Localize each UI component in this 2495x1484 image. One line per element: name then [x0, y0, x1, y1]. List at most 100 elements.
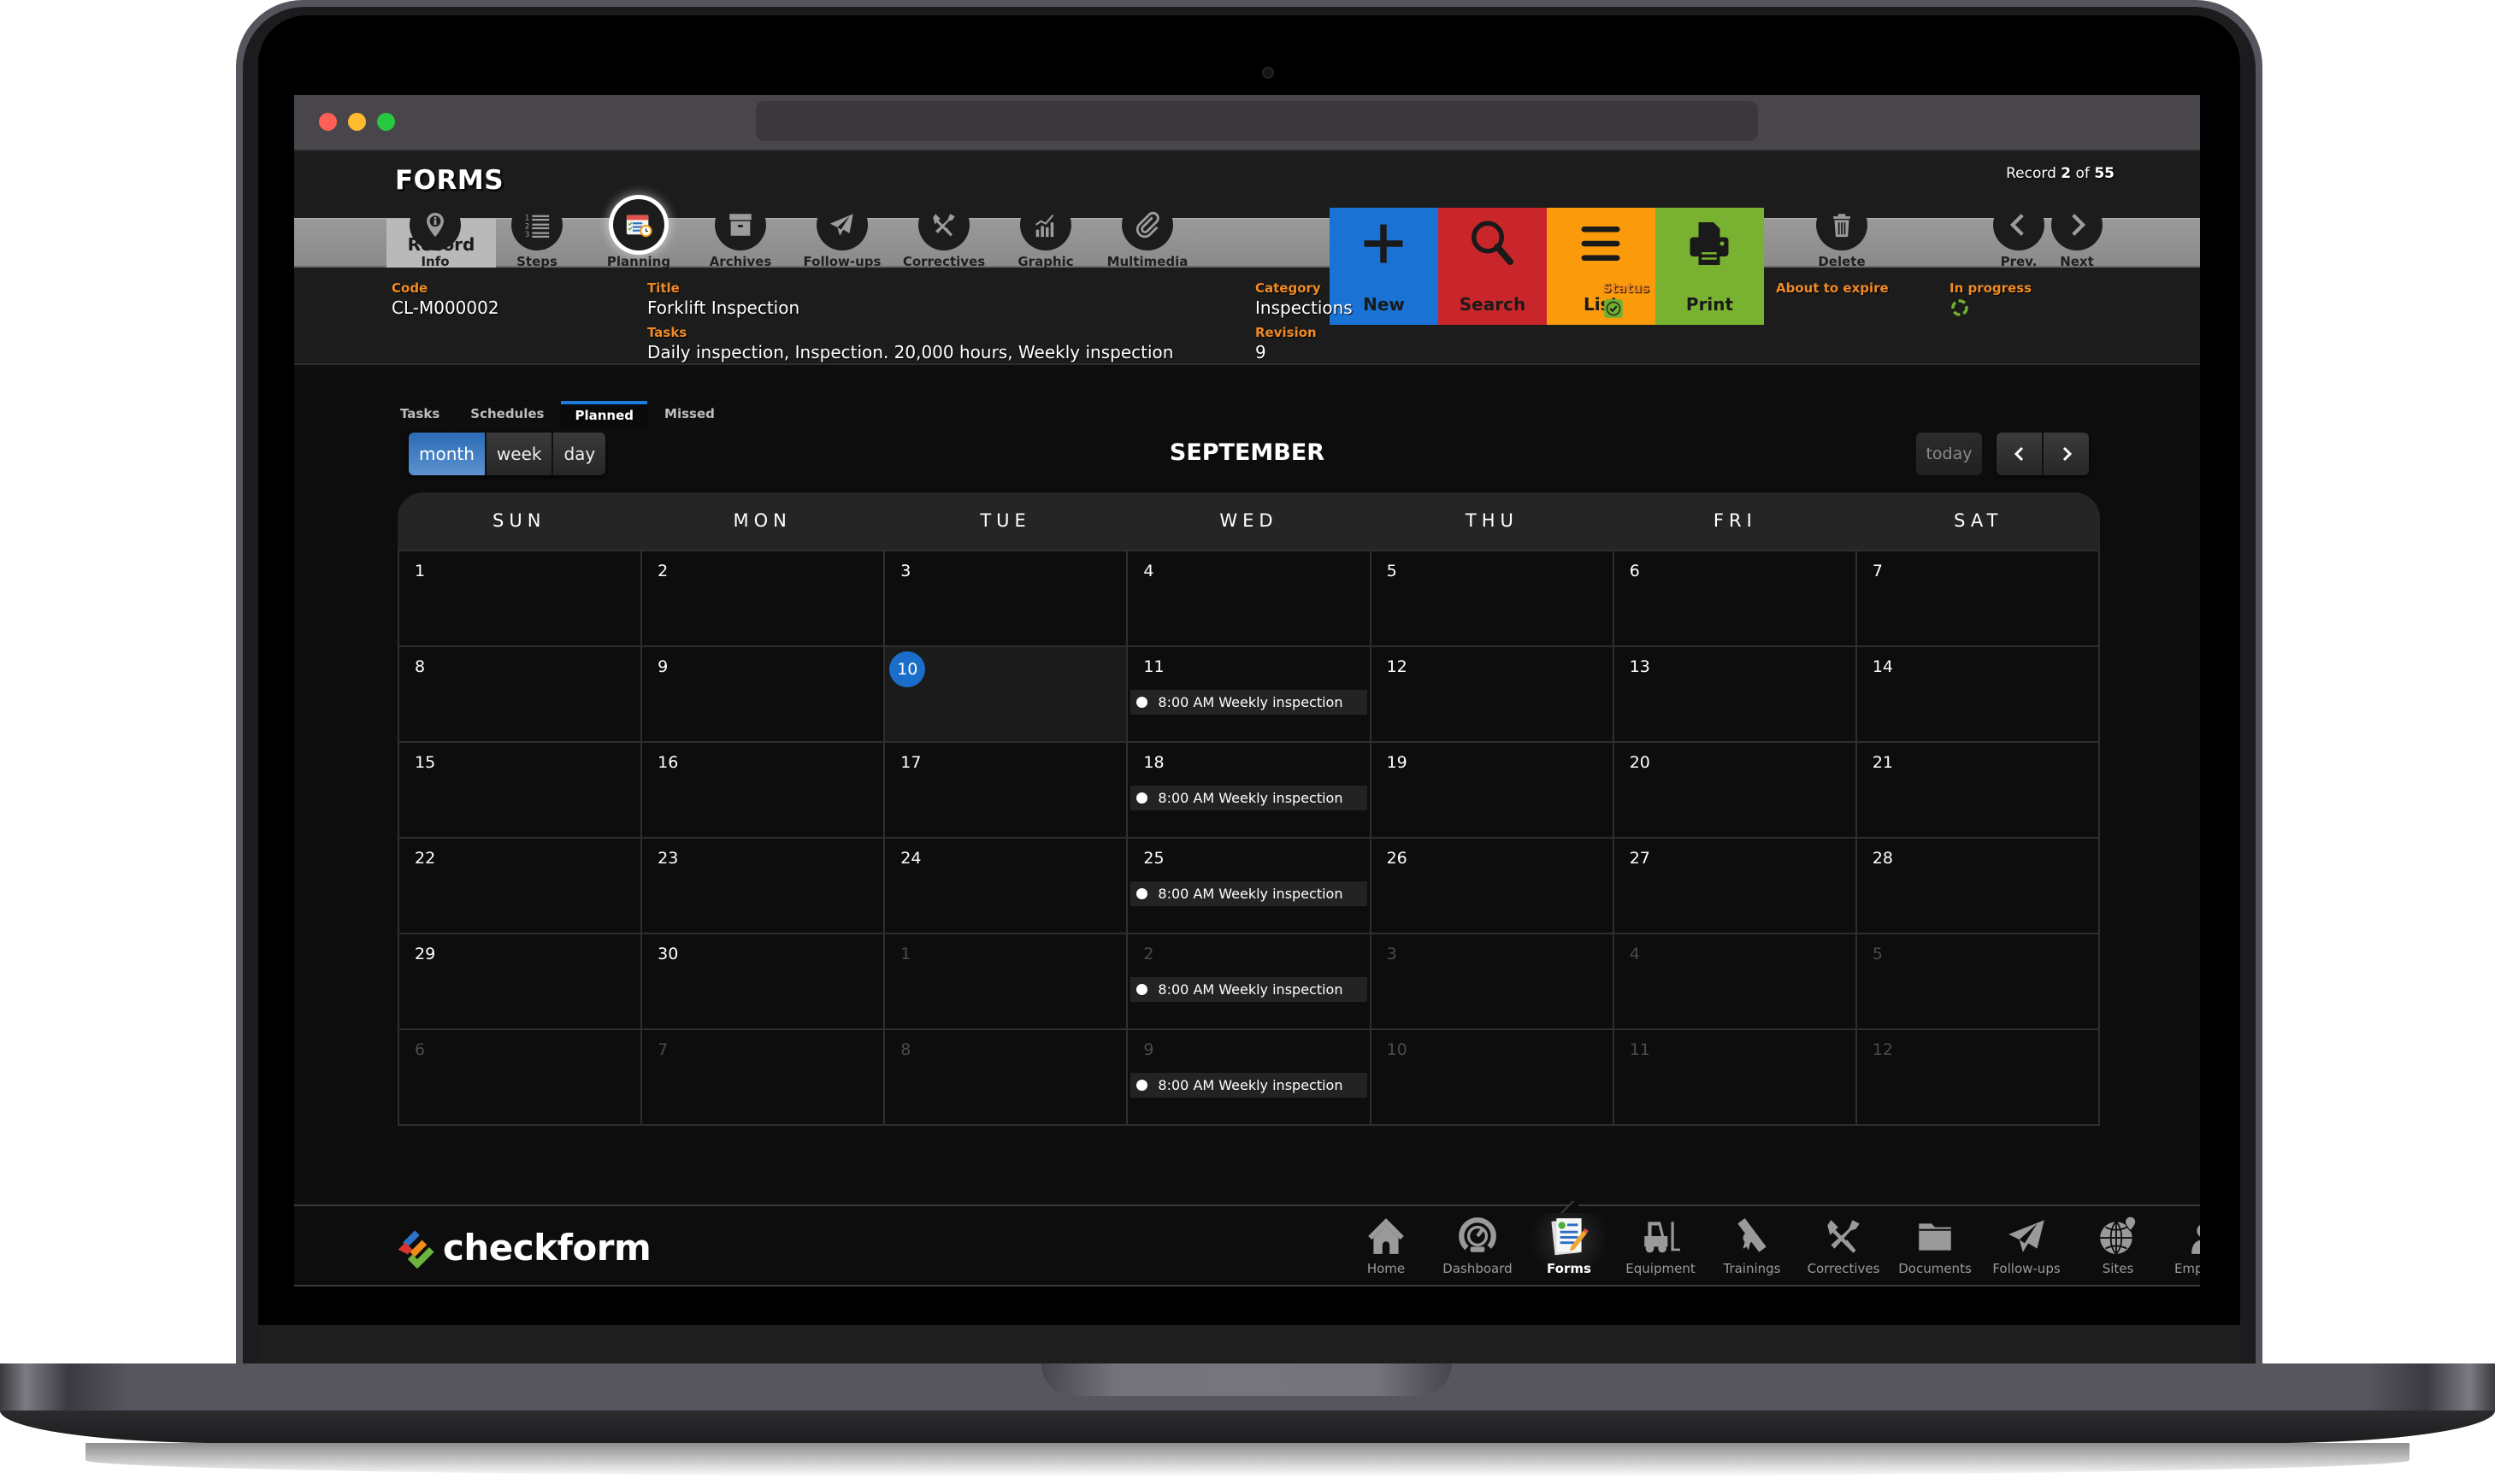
calendar-day[interactable]: 25 8:00 AM Weekly inspection — [1128, 839, 1371, 934]
nav-home[interactable]: Home — [1341, 1213, 1431, 1287]
tool-steps[interactable]: 123 Steps — [490, 199, 584, 269]
tool-graphic[interactable]: Graphic — [999, 199, 1093, 269]
calendar-day[interactable]: 7 — [642, 1030, 886, 1126]
tool-follow-ups[interactable]: Follow-ups — [795, 199, 889, 269]
calendar-day[interactable]: 27 — [1613, 839, 1857, 934]
calendar-day[interactable]: 9 — [642, 647, 886, 743]
title-bar — [294, 95, 2200, 151]
subtab-tasks[interactable]: Tasks — [386, 401, 454, 427]
calendar-event[interactable]: 8:00 AM Weekly inspection — [1130, 881, 1367, 906]
subtab-schedules[interactable]: Schedules — [457, 401, 558, 427]
delete-button[interactable]: Delete — [1795, 199, 1889, 269]
nav-dashboard[interactable]: Dashboard — [1432, 1213, 1523, 1287]
calendar-day[interactable]: 20 — [1613, 743, 1857, 839]
calendar-day[interactable]: 14 — [1856, 647, 2100, 743]
day-number: 14 — [1872, 657, 1894, 676]
nav-follow-ups[interactable]: Follow-ups — [1981, 1213, 2072, 1287]
calendar-day[interactable]: 11 — [1613, 1030, 1857, 1126]
calendar-day[interactable]: 11 8:00 AM Weekly inspection — [1128, 647, 1371, 743]
day-number: 10 — [1386, 1040, 1407, 1059]
tool-multimedia[interactable]: Multimedia — [1100, 199, 1194, 269]
address-bar[interactable] — [756, 101, 1758, 141]
calendar-event[interactable]: 8:00 AM Weekly inspection — [1130, 977, 1367, 1002]
tool-planning[interactable]: Planning — [592, 199, 686, 269]
nav-sites[interactable]: Sites — [2073, 1213, 2163, 1287]
calendar-day[interactable]: 4 — [1613, 934, 1857, 1030]
calendar-day[interactable]: 10 — [1371, 1030, 1614, 1126]
calendar-day[interactable]: 7 — [1856, 551, 2100, 647]
record-counter: Record 2 of 55 — [2006, 165, 2115, 182]
next-month-button[interactable] — [2042, 433, 2089, 475]
category-field: Category Inspections — [1255, 280, 1353, 318]
calendar-day[interactable]: 12 — [1371, 647, 1614, 743]
day-number: 3 — [900, 562, 911, 580]
calendar-day[interactable]: 29 — [399, 934, 643, 1030]
prev-record-button[interactable]: Prev. — [1987, 199, 2050, 269]
nav-equipment[interactable]: Equipment — [1615, 1213, 1706, 1287]
subtab-planned[interactable]: Planned — [561, 401, 648, 427]
search-button[interactable]: Search — [1438, 208, 1547, 325]
subtab-missed[interactable]: Missed — [651, 401, 728, 427]
tool-correctives[interactable]: Correctives — [897, 199, 991, 269]
nav-correctives[interactable]: Correctives — [1798, 1213, 1889, 1287]
calendar-event[interactable]: 8:00 AM Weekly inspection — [1130, 1073, 1367, 1098]
day-number: 22 — [415, 849, 436, 868]
calendar-day[interactable]: 2 — [642, 551, 886, 647]
calendar-day[interactable]: 26 — [1371, 839, 1614, 934]
tools-icon — [918, 199, 970, 250]
calendar-day[interactable]: 6 — [1613, 551, 1857, 647]
calendar-day[interactable]: 19 — [1371, 743, 1614, 839]
calendar-day[interactable]: 12 — [1856, 1030, 2100, 1126]
calendar-day[interactable]: 1 — [399, 551, 643, 647]
calendar-day[interactable]: 18 8:00 AM Weekly inspection — [1128, 743, 1371, 839]
print-button[interactable]: Print — [1655, 208, 1764, 325]
maximize-window-button[interactable] — [377, 113, 395, 131]
nav-forms[interactable]: Forms — [1524, 1201, 1614, 1287]
calendar-day[interactable]: 9 8:00 AM Weekly inspection — [1128, 1030, 1371, 1126]
calendar-day[interactable]: 16 — [642, 743, 886, 839]
home-icon — [1368, 1218, 1404, 1254]
day-number: 2 — [1143, 945, 1154, 963]
calendar-day[interactable]: 21 — [1856, 743, 2100, 839]
calendar-days: 1 2 3 4 5 6 7 8 9 10 11 8:00 AM Weekly inspection 12… — [398, 550, 2100, 1126]
calendar-day-today[interactable]: 10 — [885, 647, 1129, 743]
day-number: 15 — [415, 753, 436, 772]
calendar-event[interactable]: 8:00 AM Weekly inspection — [1130, 690, 1367, 715]
status-field: Status — [1602, 280, 1649, 323]
camera-icon — [1262, 67, 1274, 79]
calendar-day[interactable]: 24 — [885, 839, 1129, 934]
nav-trainings[interactable]: Trainings — [1707, 1213, 1797, 1287]
today-button[interactable]: today — [1916, 433, 1982, 475]
previous-month-button[interactable] — [1997, 433, 2042, 475]
calendar-day[interactable]: 6 — [399, 1030, 643, 1126]
calendar-day[interactable]: 30 — [642, 934, 886, 1030]
calendar-day[interactable]: 28 — [1856, 839, 2100, 934]
tool-archives[interactable]: Archives — [693, 199, 787, 269]
calendar-day[interactable]: 23 — [642, 839, 886, 934]
tool-info[interactable]: Info — [388, 199, 482, 269]
day-number: 8 — [415, 657, 426, 676]
day-number: 3 — [1386, 945, 1397, 963]
plus-icon — [1364, 224, 1403, 263]
calendar-day[interactable]: 3 — [1371, 934, 1614, 1030]
calendar-day[interactable]: 5 — [1371, 551, 1614, 647]
calendar-day[interactable]: 3 — [885, 551, 1129, 647]
nav-documents[interactable]: Documents — [1890, 1213, 1980, 1287]
calendar-day[interactable]: 22 — [399, 839, 643, 934]
calendar-day[interactable]: 13 — [1613, 647, 1857, 743]
calendar-day[interactable]: 17 — [885, 743, 1129, 839]
close-window-button[interactable] — [319, 113, 337, 131]
calendar-day[interactable]: 1 — [885, 934, 1129, 1030]
calendar-day[interactable]: 15 — [399, 743, 643, 839]
calendar-day[interactable]: 8 — [885, 1030, 1129, 1126]
day-number: 19 — [1386, 753, 1407, 772]
calendar-day[interactable]: 8 — [399, 647, 643, 743]
next-record-button[interactable]: Next — [2045, 199, 2109, 269]
calendar-day[interactable]: 4 — [1128, 551, 1371, 647]
calendar-day[interactable]: 5 — [1856, 934, 2100, 1030]
calendar-event[interactable]: 8:00 AM Weekly inspection — [1130, 786, 1367, 810]
day-number: 2 — [658, 562, 669, 580]
nav-employees[interactable]: Employees — [2164, 1213, 2200, 1287]
minimize-window-button[interactable] — [348, 113, 366, 131]
calendar-day[interactable]: 2 8:00 AM Weekly inspection — [1128, 934, 1371, 1030]
